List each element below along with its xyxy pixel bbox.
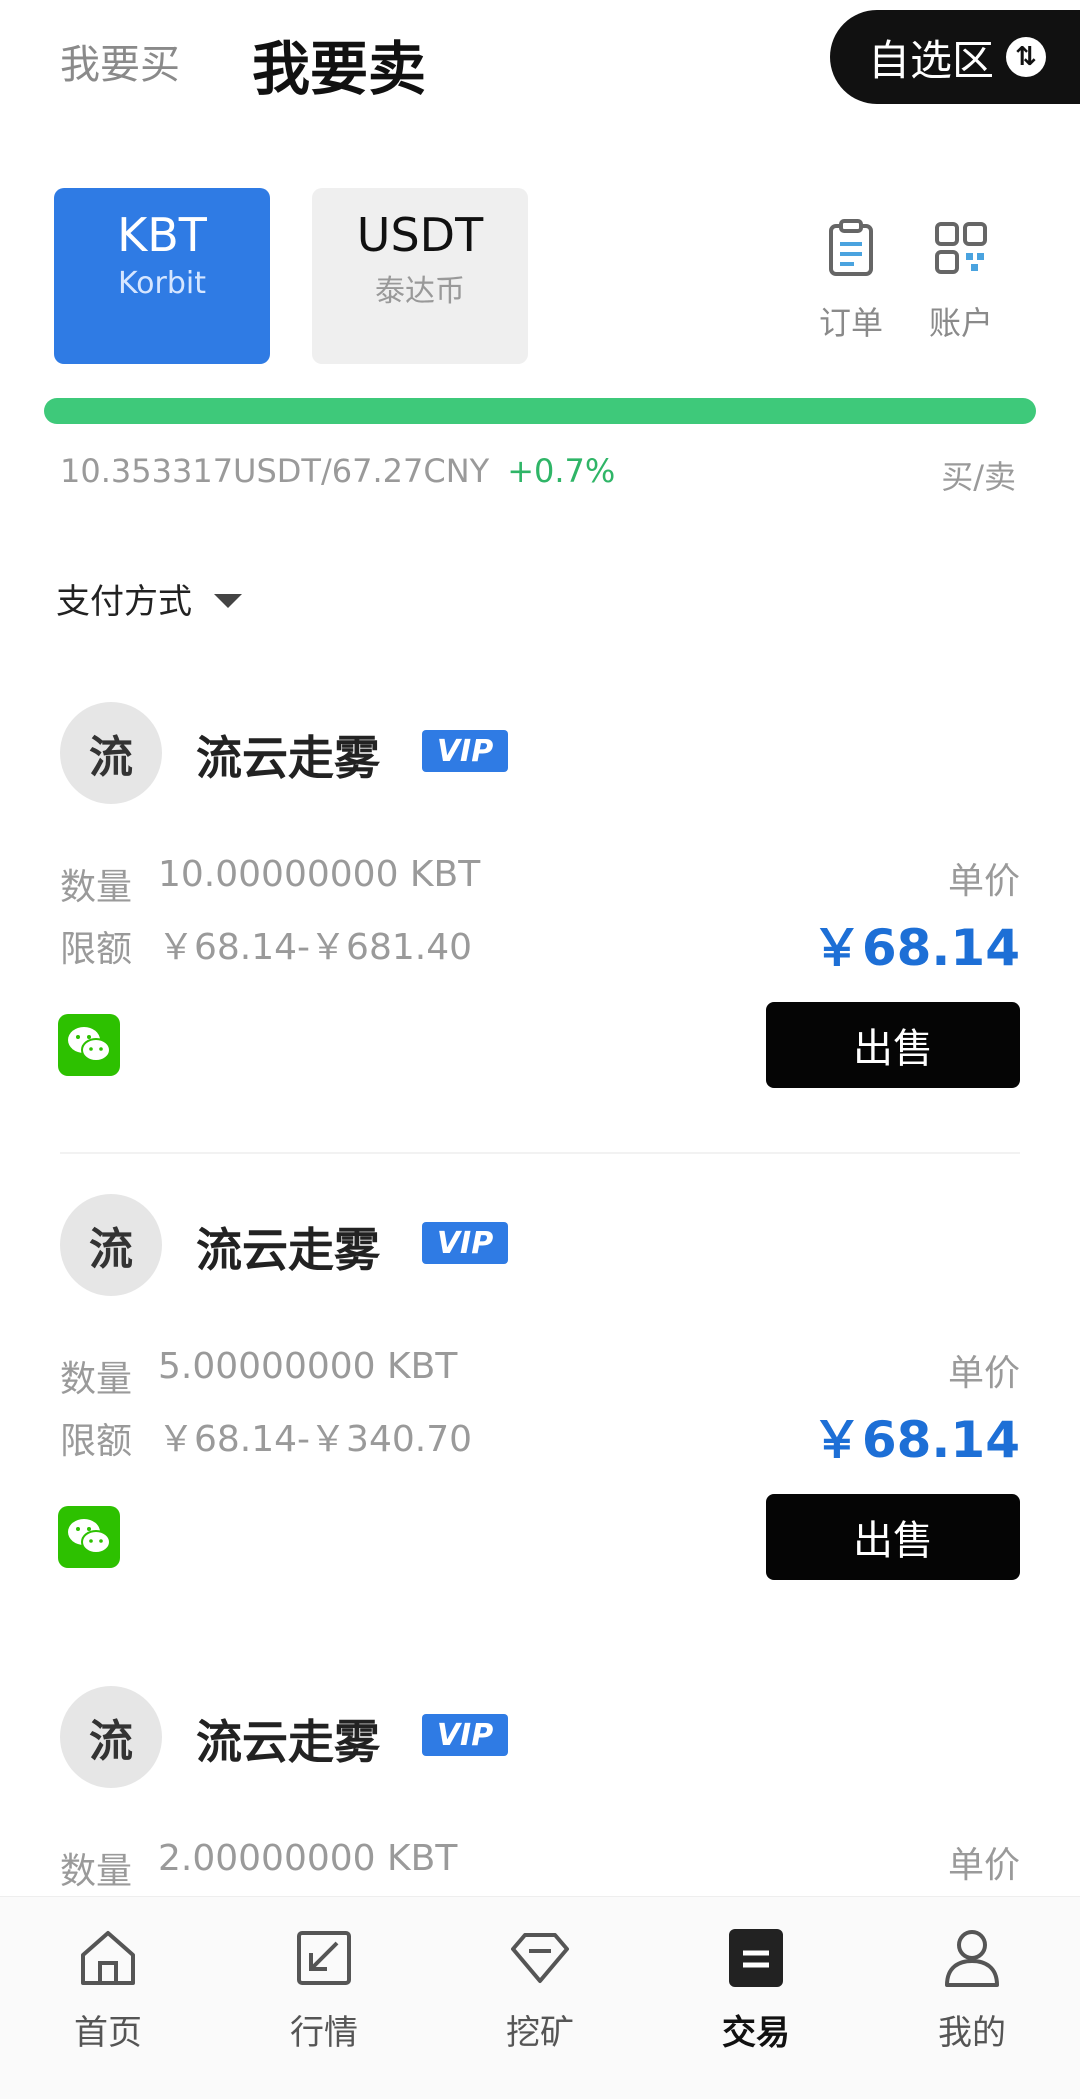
sell-button[interactable]: 出售 [766, 1494, 1020, 1580]
bottom-nav: 首页 行情 挖矿 交易 我的 [0, 1896, 1080, 2099]
progress-bar [44, 398, 1036, 424]
ticker-price: 10.353317USDT/67.27CNY [60, 452, 490, 490]
divider [60, 1152, 1020, 1154]
orders-label: 订单 [818, 304, 883, 342]
seller-name[interactable]: 流云走雾 [196, 1214, 380, 1280]
coin-name: Korbit [117, 266, 206, 301]
caret-down-icon [214, 593, 242, 608]
quantity-value: 2.00000000 KBT [158, 1838, 458, 1879]
wechat-icon [58, 1014, 120, 1076]
payment-method-filter[interactable]: 支付方式 [56, 574, 242, 623]
seller-name[interactable]: 流云走雾 [196, 722, 380, 788]
home-icon [81, 1931, 135, 1985]
coin-symbol: KBT [117, 208, 207, 262]
coin-card-kbt[interactable]: KBT Korbit [54, 188, 270, 364]
price-value: ￥68.14 [811, 919, 1020, 977]
watchlist-button[interactable]: 自选区 ⇅ [830, 10, 1080, 104]
limit-value: ￥68.14-￥340.70 [158, 1419, 473, 1460]
grid-icon [935, 222, 987, 274]
ticker-change: +0.7% [507, 452, 616, 490]
limit-label: 限额 [60, 929, 133, 970]
watchlist-label: 自选区 [868, 35, 995, 85]
orders-shortcut[interactable]: 订单 [806, 218, 896, 344]
profile-icon [945, 1930, 999, 1987]
avatar: 流 [60, 1686, 162, 1788]
avatar: 流 [60, 702, 162, 804]
clipboard-icon [829, 219, 873, 276]
buy-sell-link[interactable]: 买/卖 [941, 452, 1016, 498]
account-shortcut[interactable]: 账户 [916, 218, 1006, 344]
limit-value: ￥68.14-￥681.40 [158, 927, 473, 968]
vip-badge: VIP [422, 1714, 508, 1756]
quantity-value: 10.00000000 KBT [158, 854, 481, 895]
market-icon [297, 1931, 351, 1985]
quantity-label: 数量 [60, 1851, 133, 1892]
quantity-value: 5.00000000 KBT [158, 1346, 458, 1387]
nav-market[interactable]: 行情 [216, 1897, 432, 2099]
nav-label: 行情 [290, 2013, 358, 2053]
nav-home[interactable]: 首页 [0, 1897, 216, 2099]
quantity-label: 数量 [60, 1359, 133, 1400]
seller-name[interactable]: 流云走雾 [196, 1706, 380, 1772]
payment-method-label: 支付方式 [56, 582, 192, 622]
swap-icon: ⇅ [1006, 37, 1047, 77]
unit-price-label: 单价 [947, 861, 1020, 902]
price-value: ￥68.14 [811, 1411, 1020, 1469]
avatar: 流 [60, 1194, 162, 1296]
tab-buy[interactable]: 我要买 [60, 32, 180, 90]
quantity-label: 数量 [60, 867, 133, 908]
nav-label: 首页 [74, 2013, 142, 2053]
account-label: 账户 [928, 304, 993, 342]
coin-card-usdt[interactable]: USDT 泰达币 [312, 188, 528, 364]
mining-icon [511, 1933, 569, 1983]
unit-price-label: 单价 [947, 1845, 1020, 1886]
nav-label: 挖矿 [506, 2013, 574, 2053]
ticker-line: 10.353317USDT/67.27CNY +0.7% [60, 452, 615, 490]
tab-sell[interactable]: 我要卖 [252, 22, 426, 106]
trade-icon [729, 1929, 783, 1987]
limit-label: 限额 [60, 1421, 133, 1462]
vip-badge: VIP [422, 1222, 508, 1264]
wechat-icon [58, 1506, 120, 1568]
unit-price-label: 单价 [947, 1353, 1020, 1394]
coin-name: 泰达币 [375, 274, 465, 309]
nav-label: 交易 [722, 2013, 790, 2053]
sell-button[interactable]: 出售 [766, 1002, 1020, 1088]
nav-trade[interactable]: 交易 [648, 1897, 864, 2099]
coin-symbol: USDT [356, 208, 484, 262]
top-header: 我要买 我要卖 自选区 ⇅ [0, 0, 1080, 130]
nav-label: 我的 [938, 2013, 1006, 2053]
nav-profile[interactable]: 我的 [864, 1897, 1080, 2099]
nav-mining[interactable]: 挖矿 [432, 1897, 648, 2099]
vip-badge: VIP [422, 730, 508, 772]
